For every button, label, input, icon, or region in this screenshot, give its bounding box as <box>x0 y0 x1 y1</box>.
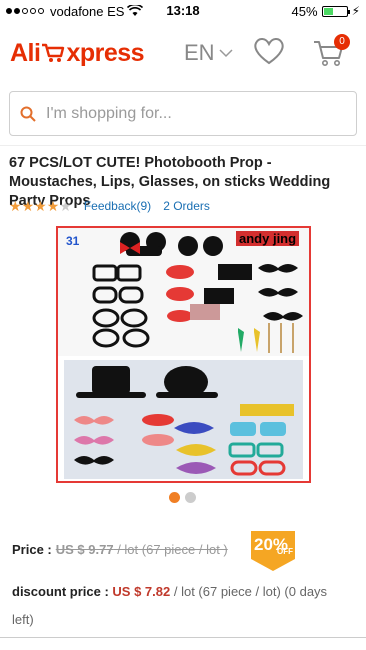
product-meta: ★ ★ ★ ★ ★ Feedback(9) 2 Orders <box>9 199 222 213</box>
pager-dot[interactable] <box>185 492 196 503</box>
old-price-amount: US $ 9.77 <box>55 542 114 557</box>
app-header: Ali xpress EN 0 <box>0 22 366 84</box>
old-price: US $ 9.77 / lot (67 piece / lot ) <box>56 542 228 557</box>
image-pager <box>169 492 196 503</box>
discount-badge: 20% OFF <box>251 531 295 571</box>
discount-off-label: OFF <box>277 547 293 556</box>
battery-percent: 45% <box>291 3 318 19</box>
chevron-down-icon <box>219 49 233 58</box>
product-image[interactable]: 31 andy jing <box>56 226 311 483</box>
old-price-unit: / lot (67 piece / lot ) <box>113 542 228 557</box>
search-input[interactable] <box>44 103 338 124</box>
product-image-top: 31 andy jing <box>58 228 309 356</box>
divider <box>0 145 366 146</box>
logo-text-left: Ali <box>10 38 41 67</box>
discount-price-unit: / lot (67 piece / lot) <box>170 584 281 599</box>
logo-text-right: xpress <box>66 38 145 67</box>
status-left: vodafone ES <box>6 3 144 19</box>
language-code: EN <box>184 40 215 65</box>
orders-link[interactable]: 2 Orders <box>163 199 210 213</box>
pager-dot-active[interactable] <box>169 492 180 503</box>
cart-count-badge: 0 <box>334 34 350 50</box>
battery-icon <box>321 5 350 17</box>
signal-icon <box>6 8 44 14</box>
discount-price-label: discount price : <box>12 584 109 599</box>
photobooth-hats-illustration <box>74 366 294 476</box>
status-time: 13:18 <box>166 3 200 18</box>
search-bar[interactable] <box>9 91 357 136</box>
aliexpress-logo[interactable]: Ali xpress <box>10 38 145 68</box>
logo-cart-icon <box>42 43 65 62</box>
product-image-bottom <box>64 360 303 479</box>
star-icon: ★ <box>46 198 60 214</box>
wifi-icon <box>127 5 144 16</box>
image-watermark: andy jing <box>236 231 300 246</box>
price-label: Price : <box>12 542 52 557</box>
search-icon <box>20 106 36 122</box>
discount-price-row: discount price : US $ 7.82 / lot (67 pie… <box>12 578 352 634</box>
bottom-divider <box>0 637 366 638</box>
price-row: Price : US $ 9.77 / lot (67 piece / lot … <box>12 542 228 557</box>
status-right: 45% ⚡ <box>292 4 360 19</box>
charging-icon: ⚡ <box>351 4 360 18</box>
carrier-name: vodafone ES <box>50 3 125 19</box>
feedback-link[interactable]: Feedback(9) <box>84 199 151 213</box>
star-icon: ★ <box>59 198 72 214</box>
discount-price-amount: US $ 7.82 <box>112 584 171 599</box>
star-icon: ★ <box>34 198 47 214</box>
language-selector[interactable]: EN <box>184 40 233 66</box>
status-bar: vodafone ES 13:18 45% ⚡ <box>0 0 366 22</box>
star-icon: ★ <box>21 198 35 214</box>
photobooth-props-illustration <box>92 232 303 353</box>
star-icon: ★ <box>9 198 22 214</box>
wishlist-heart-icon[interactable] <box>252 36 286 66</box>
image-number: 31 <box>66 234 80 248</box>
rating-stars: ★ ★ ★ ★ ★ <box>9 199 72 213</box>
